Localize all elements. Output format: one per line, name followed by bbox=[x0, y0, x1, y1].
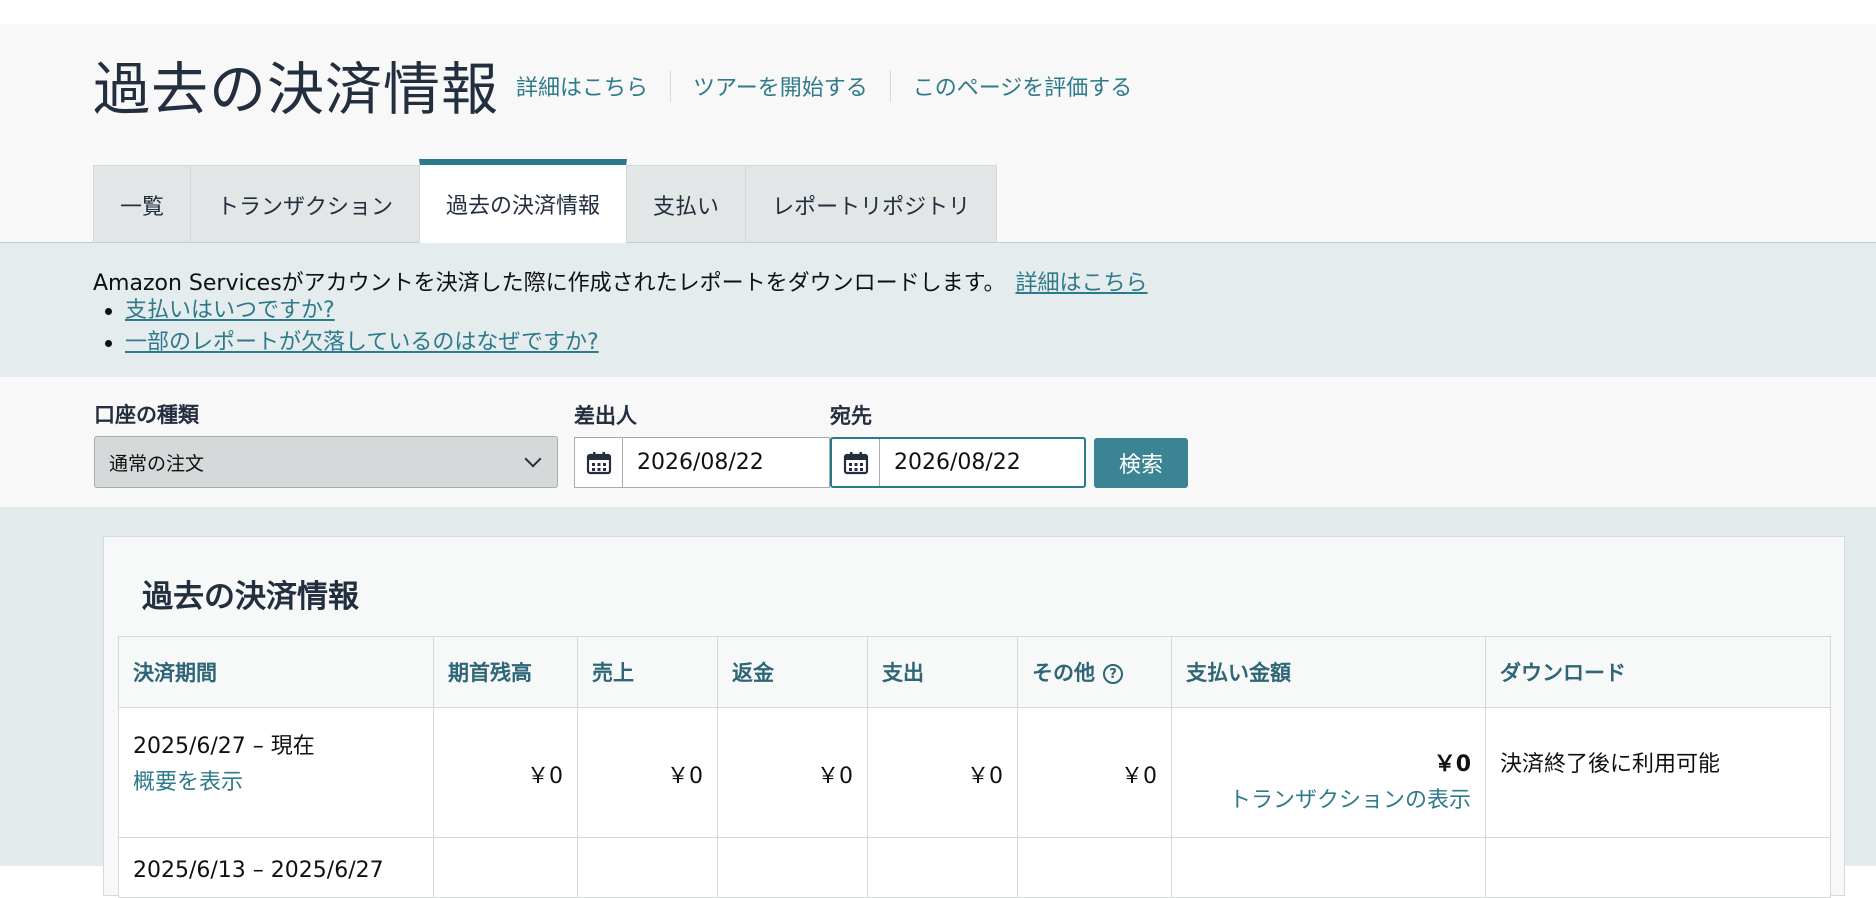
column-header-other-label: その他 bbox=[1032, 661, 1095, 685]
help-icon[interactable]: ? bbox=[1103, 664, 1123, 684]
column-header-sales: 売上 bbox=[577, 636, 718, 708]
payout-cell: ￥0 トランザクションの表示 bbox=[1171, 707, 1486, 838]
period-text: 2025/6/27 – 現在 bbox=[133, 734, 315, 759]
page-header: 過去の決済情報 詳細はこちら ツアーを開始する このページを評価する 一覧 トラ… bbox=[0, 24, 1876, 243]
settlements-title: 過去の決済情報 bbox=[142, 579, 359, 615]
info-learn-more-link[interactable]: 詳細はこちら bbox=[1015, 271, 1147, 296]
to-date-label: 宛先 bbox=[830, 404, 872, 428]
info-text: Amazon Servicesがアカウントを決済した際に作成されたレポートをダウ… bbox=[93, 271, 1006, 296]
column-header-other: その他? bbox=[1017, 636, 1172, 708]
column-header-expenses: 支出 bbox=[867, 636, 1018, 708]
view-summary-link[interactable]: 概要を表示 bbox=[133, 764, 419, 796]
column-header-payout: 支払い金額 bbox=[1171, 636, 1486, 708]
search-button[interactable]: 検索 bbox=[1094, 438, 1188, 488]
column-header-download: ダウンロード bbox=[1485, 636, 1831, 708]
tab-payments[interactable]: 支払い bbox=[626, 165, 747, 243]
calendar-icon[interactable] bbox=[832, 439, 880, 486]
info-banner: Amazon Servicesがアカウントを決済した際に作成されたレポートをダウ… bbox=[0, 243, 1876, 377]
from-date-label: 差出人 bbox=[574, 404, 637, 428]
opening-balance-cell: ￥0 bbox=[433, 707, 578, 838]
table-cell bbox=[1017, 837, 1172, 898]
bullet-dot bbox=[105, 339, 112, 347]
bullet-dot bbox=[105, 307, 112, 315]
table-cell bbox=[1171, 837, 1486, 898]
info-text-line: Amazon Servicesがアカウントを決済した際に作成されたレポートをダウ… bbox=[93, 265, 1148, 297]
page-title: 過去の決済情報 bbox=[93, 57, 499, 123]
list-item: 一部のレポートが欠落しているのはなぜですか? bbox=[93, 327, 599, 359]
account-type-label: 口座の種類 bbox=[94, 403, 199, 427]
download-cell: 決済終了後に利用可能 bbox=[1485, 707, 1831, 838]
divider bbox=[670, 70, 672, 102]
column-header-opening-balance: 期首残高 bbox=[433, 636, 578, 708]
period-cell: 2025/6/13 – 2025/6/27 bbox=[118, 837, 434, 898]
tab-bar: 一覧 トランザクション 過去の決済情報 支払い レポートリポジトリ bbox=[93, 159, 998, 243]
account-type-select[interactable]: 通常の注文 bbox=[94, 436, 558, 488]
period-cell: 2025/6/27 – 現在 概要を表示 bbox=[118, 707, 434, 838]
table-cell bbox=[867, 837, 1018, 898]
tab-transactions[interactable]: トランザクション bbox=[190, 165, 421, 243]
table-cell bbox=[433, 837, 578, 898]
calendar-icon[interactable] bbox=[575, 438, 623, 487]
when-paid-link[interactable]: 支払いはいつですか? bbox=[125, 295, 335, 327]
to-date-field[interactable]: 2026/08/22 bbox=[830, 437, 1086, 488]
header-links: 詳細はこちら ツアーを開始する このページを評価する bbox=[516, 64, 1132, 108]
from-date-field[interactable]: 2026/08/22 bbox=[574, 437, 830, 488]
start-tour-link[interactable]: ツアーを開始する bbox=[693, 70, 868, 102]
from-date-value: 2026/08/22 bbox=[637, 450, 764, 475]
list-item: 支払いはいつですか? bbox=[93, 295, 599, 327]
refunds-cell: ￥0 bbox=[717, 707, 868, 838]
missing-reports-link[interactable]: 一部のレポートが欠落しているのはなぜですか? bbox=[125, 327, 599, 359]
tab-past-settlements[interactable]: 過去の決済情報 bbox=[419, 159, 628, 243]
divider bbox=[889, 70, 891, 102]
content-area: 過去の決済情報 決済期間 期首残高 売上 返金 支出 その他? 支払い金額 ダウ… bbox=[0, 507, 1876, 898]
table-row: 2025/6/13 – 2025/6/27 bbox=[118, 837, 1831, 898]
chevron-down-icon bbox=[524, 450, 542, 468]
table-header-row: 決済期間 期首残高 売上 返金 支出 その他? 支払い金額 ダウンロード bbox=[118, 636, 1831, 708]
settlements-card: 過去の決済情報 決済期間 期首残高 売上 返金 支出 その他? 支払い金額 ダウ… bbox=[103, 536, 1845, 898]
filter-bar: 口座の種類 通常の注文 差出人 2026/08/22 宛先 2026/08/22… bbox=[0, 377, 1876, 507]
learn-more-link[interactable]: 詳細はこちら bbox=[516, 70, 648, 102]
column-header-period: 決済期間 bbox=[118, 636, 434, 708]
table-cell bbox=[1485, 837, 1831, 898]
table-cell bbox=[577, 837, 718, 898]
payout-amount: ￥0 bbox=[1433, 752, 1471, 777]
info-bullet-list: 支払いはいつですか? 一部のレポートが欠落しているのはなぜですか? bbox=[93, 295, 599, 359]
column-header-refunds: 返金 bbox=[717, 636, 868, 708]
tab-report-repository[interactable]: レポートリポジトリ bbox=[745, 165, 998, 243]
expenses-cell: ￥0 bbox=[867, 707, 1018, 838]
sales-cell: ￥0 bbox=[577, 707, 718, 838]
period-text: 2025/6/13 – 2025/6/27 bbox=[133, 858, 384, 883]
account-type-value: 通常の注文 bbox=[109, 452, 205, 475]
view-transactions-link[interactable]: トランザクションの表示 bbox=[1186, 782, 1471, 814]
settlements-table: 決済期間 期首残高 売上 返金 支出 その他? 支払い金額 ダウンロード 202… bbox=[118, 636, 1831, 898]
to-date-value: 2026/08/22 bbox=[894, 450, 1021, 475]
rate-page-link[interactable]: このページを評価する bbox=[913, 70, 1133, 102]
other-cell: ￥0 bbox=[1017, 707, 1172, 838]
table-row: 2025/6/27 – 現在 概要を表示 ￥0 ￥0 ￥0 ￥0 ￥0 ￥0 ト… bbox=[118, 707, 1831, 838]
table-cell bbox=[717, 837, 868, 898]
tab-overview[interactable]: 一覧 bbox=[93, 165, 192, 243]
